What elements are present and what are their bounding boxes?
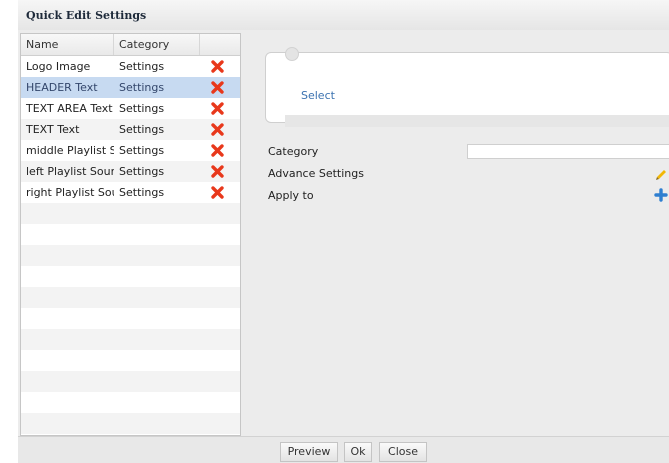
delete-icon[interactable] [210, 80, 225, 95]
row-category: Settings [119, 123, 165, 136]
row-category: Settings [119, 186, 165, 199]
category-field[interactable] [467, 144, 669, 159]
row-category: Settings [119, 81, 165, 94]
empty-row [21, 224, 240, 245]
property-row-advance-settings: Advance Settings [245, 163, 669, 185]
row-name: HEADER Text [26, 81, 98, 94]
row-category: Settings [119, 165, 165, 178]
delete-icon[interactable] [210, 164, 225, 179]
property-label-category: Category [268, 145, 319, 158]
table-row[interactable]: left Playlist Sour Settings [21, 161, 240, 182]
empty-row [21, 308, 240, 329]
row-category: Settings [119, 102, 165, 115]
row-category: Settings [119, 60, 165, 73]
add-icon[interactable] [654, 188, 668, 210]
row-name: left Playlist Sour [26, 165, 114, 178]
preview-button[interactable]: Preview [280, 442, 338, 462]
property-row-category: Category [245, 141, 669, 163]
row-name: right Playlist Sou [26, 186, 114, 199]
ok-button[interactable]: Ok [344, 442, 372, 462]
settings-grid: Name Category Logo Image Settings HEADER… [20, 33, 241, 436]
row-category: Settings [119, 144, 165, 157]
empty-row [21, 392, 240, 413]
empty-row [21, 287, 240, 308]
property-label-advance-settings: Advance Settings [268, 167, 364, 180]
row-name: middle Playlist S [26, 144, 114, 157]
column-header-actions [200, 34, 240, 55]
column-header-name[interactable]: Name [21, 34, 114, 55]
table-row-selected[interactable]: HEADER Text Settings [21, 77, 240, 98]
property-label-apply-to: Apply to [268, 189, 314, 202]
delete-icon[interactable] [210, 59, 225, 74]
select-card: Select [265, 47, 669, 127]
card-bar [285, 115, 669, 127]
select-link[interactable]: Select [301, 89, 335, 102]
empty-row [21, 371, 240, 392]
row-name: Logo Image [26, 60, 91, 73]
empty-row [21, 329, 240, 350]
row-name: TEXT Text [26, 123, 80, 136]
table-row[interactable]: Logo Image Settings [21, 56, 240, 77]
empty-row [21, 350, 240, 371]
table-row[interactable]: right Playlist Sou Settings [21, 182, 240, 203]
row-name: TEXT AREA Text [26, 102, 113, 115]
delete-icon[interactable] [210, 185, 225, 200]
empty-row [21, 413, 240, 434]
grid-rows: Logo Image Settings HEADER Text Settings… [21, 56, 240, 435]
property-row-apply-to: Apply to [245, 185, 669, 207]
delete-icon[interactable] [210, 143, 225, 158]
property-panel: Select Category Advance Settings Apply t… [245, 33, 669, 436]
empty-row [21, 245, 240, 266]
delete-icon[interactable] [210, 101, 225, 116]
table-row[interactable]: TEXT AREA Text Settings [21, 98, 240, 119]
empty-row [21, 203, 240, 224]
table-row[interactable]: TEXT Text Settings [21, 119, 240, 140]
grid-header: Name Category [21, 34, 240, 56]
dialog-footer: Preview Ok Close [18, 436, 669, 463]
table-row[interactable]: middle Playlist S Settings [21, 140, 240, 161]
column-header-category[interactable]: Category [114, 34, 200, 55]
card-knob [285, 47, 299, 61]
empty-row [21, 266, 240, 287]
delete-icon[interactable] [210, 122, 225, 137]
close-button[interactable]: Close [379, 442, 427, 462]
dialog-titlebar: Quick Edit Settings [18, 0, 669, 31]
dialog-title: Quick Edit Settings [26, 9, 147, 22]
